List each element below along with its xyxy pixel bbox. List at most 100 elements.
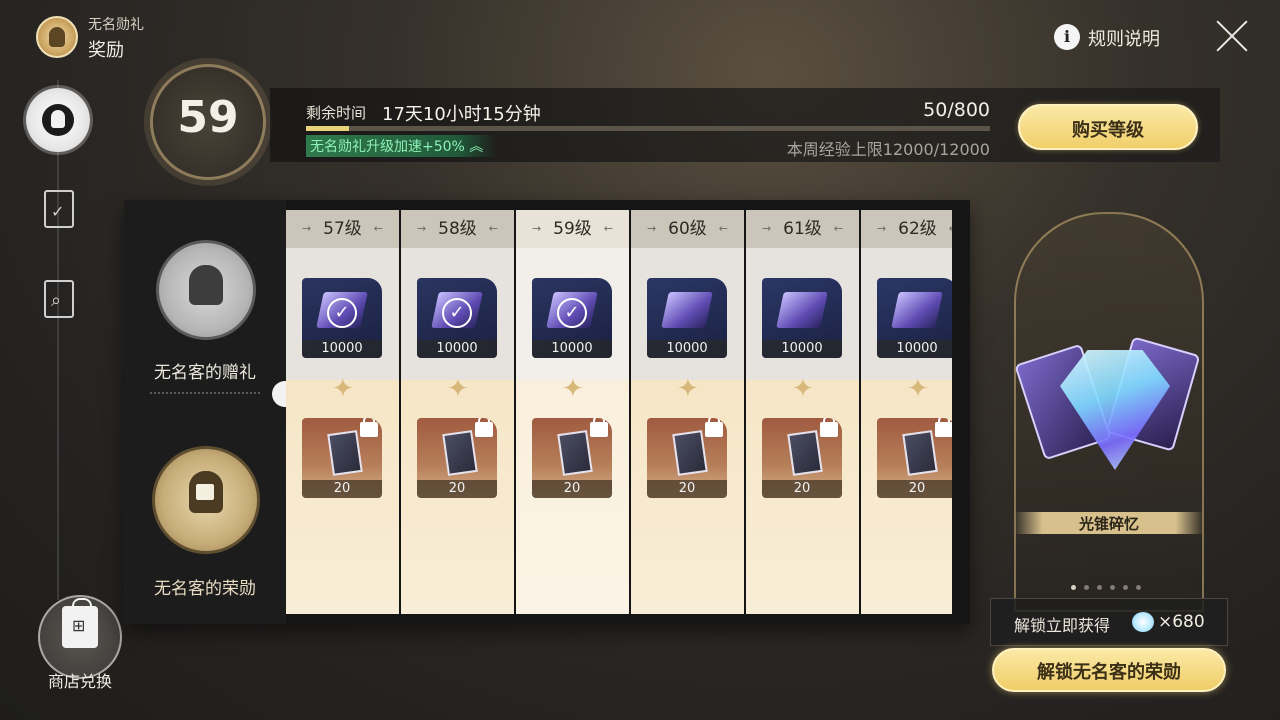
star-divider-icon: ✦ <box>332 374 354 404</box>
featured-reward-label: 光锥碎忆 <box>1078 515 1139 533</box>
nav-search-document-icon[interactable] <box>44 280 74 318</box>
lock-icon <box>820 418 838 437</box>
level-header: 60级 <box>631 210 744 248</box>
carousel-dot[interactable] <box>1123 585 1128 590</box>
exp-book-reward[interactable]: 20 <box>762 418 842 498</box>
claimed-check-icon: ✓ <box>442 298 472 328</box>
reward-quantity: 20 <box>647 480 727 498</box>
unlock-premium-label[interactable]: 解锁无名客的荣勋 <box>992 658 1226 684</box>
book-icon <box>672 430 708 476</box>
exp-book-reward[interactable]: 20 <box>532 418 612 498</box>
credit-ticket-reward[interactable]: ✓ 10000 <box>302 278 382 358</box>
boost-text: 无名勋礼升级加速+50% ︽ <box>310 136 483 156</box>
carousel-dot[interactable] <box>1071 585 1076 590</box>
level-column: 59级 ✦ ✓ 10000 20 <box>516 210 629 614</box>
light-cone-shard-icon <box>1014 330 1201 500</box>
rules-button[interactable]: 规则说明 <box>1088 25 1160 51</box>
lock-icon <box>590 418 608 437</box>
pass-logo <box>36 16 78 58</box>
lock-icon <box>705 418 723 437</box>
lock-icon <box>196 484 214 500</box>
level-column: 62级 ✦ 10000 20 <box>861 210 952 614</box>
stellar-jade-icon <box>1132 612 1154 632</box>
exp-book-reward[interactable]: 20 <box>647 418 727 498</box>
carousel-dot[interactable] <box>1136 585 1141 590</box>
credit-ticket-reward[interactable]: 10000 <box>877 278 952 358</box>
carousel-dots[interactable] <box>1071 585 1151 593</box>
lock-icon <box>360 418 378 437</box>
reward-quantity: 10000 <box>762 340 842 358</box>
carousel-dot[interactable] <box>1084 585 1089 590</box>
star-divider-icon: ✦ <box>907 374 929 404</box>
star-divider-icon: ✦ <box>677 374 699 404</box>
exp-progress-fill <box>306 126 349 131</box>
pass-subtitle: 无名勋礼 <box>88 17 144 33</box>
reward-quantity: 20 <box>302 480 382 498</box>
ticket-icon <box>891 292 943 328</box>
unlock-tip-text: 解锁立即获得 <box>1014 616 1111 635</box>
level-header: 62级 <box>861 210 952 248</box>
level-reward-scroller[interactable]: 57级 ✦ ✓ 10000 20 58级 ✦ ✓ 10000 20 59级 ✦ ✓ 10000 20 60级 ✦… <box>286 210 952 614</box>
book-icon <box>902 430 938 476</box>
reward-quantity: 20 <box>877 480 952 498</box>
exp-progress-track <box>306 126 990 131</box>
star-divider-icon: ✦ <box>792 374 814 404</box>
claimed-check-icon: ✓ <box>327 298 357 328</box>
ticket-icon <box>661 292 713 328</box>
reward-quantity: 20 <box>417 480 497 498</box>
free-track-label: 无名客的赠礼 <box>154 363 256 383</box>
reward-quantity: 20 <box>532 480 612 498</box>
time-remaining-label: 剩余时间 <box>306 104 367 122</box>
level-column: 57级 ✦ ✓ 10000 20 <box>286 210 399 614</box>
level-header: 61级 <box>746 210 859 248</box>
chevron-up-icon: ︽ <box>464 139 484 155</box>
nav-reward-icon[interactable] <box>26 88 90 152</box>
current-level: 59 <box>177 92 239 143</box>
star-divider-icon: ✦ <box>447 374 469 404</box>
level-column: 60级 ✦ 10000 20 <box>631 210 744 614</box>
credit-ticket-reward[interactable]: ✓ 10000 <box>417 278 497 358</box>
reward-quantity: 10000 <box>532 340 612 358</box>
exp-book-reward[interactable]: 20 <box>417 418 497 498</box>
exp-progress-text: 50/800 <box>923 99 990 121</box>
exp-book-reward[interactable]: 20 <box>302 418 382 498</box>
ticket-icon <box>776 292 828 328</box>
book-icon <box>327 430 363 476</box>
carousel-dot[interactable] <box>1097 585 1102 590</box>
level-header: 57级 <box>286 210 399 248</box>
reward-quantity: 20 <box>762 480 842 498</box>
premium-track-label: 无名客的荣勋 <box>154 579 256 599</box>
level-header: 59级 <box>516 210 629 248</box>
star-divider-icon: ✦ <box>562 374 584 404</box>
nav-task-clipboard-icon[interactable] <box>44 190 74 228</box>
page-title: 奖励 <box>88 40 124 61</box>
boost-label: 无名勋礼升级加速+50% <box>310 139 465 155</box>
premium-track-emblem <box>152 446 260 554</box>
free-track-emblem <box>156 240 256 340</box>
exp-book-reward[interactable]: 20 <box>877 418 952 498</box>
nav-divider <box>57 80 59 600</box>
level-header: 58级 <box>401 210 514 248</box>
shopping-bag-icon <box>62 598 98 648</box>
close-icon[interactable] <box>1214 18 1250 54</box>
reward-quantity: 10000 <box>647 340 727 358</box>
track-divider <box>150 392 260 394</box>
credit-ticket-reward[interactable]: 10000 <box>647 278 727 358</box>
level-column: 61级 ✦ 10000 20 <box>746 210 859 614</box>
lock-icon <box>475 418 493 437</box>
credit-ticket-reward[interactable]: 10000 <box>762 278 842 358</box>
reward-quantity: 10000 <box>877 340 952 358</box>
credit-ticket-reward[interactable]: ✓ 10000 <box>532 278 612 358</box>
info-icon[interactable]: i <box>1054 24 1080 50</box>
reward-quantity: 10000 <box>417 340 497 358</box>
weekly-exp-cap: 本周经验上限12000/12000 <box>786 140 990 159</box>
time-remaining-value: 17天10小时15分钟 <box>382 104 541 125</box>
shop-exchange-label: 商店兑换 <box>47 672 112 691</box>
reward-quantity: 10000 <box>302 340 382 358</box>
book-icon <box>557 430 593 476</box>
carousel-dot[interactable] <box>1110 585 1115 590</box>
lock-icon <box>935 418 952 437</box>
claimed-check-icon: ✓ <box>557 298 587 328</box>
buy-level-label[interactable]: 购买等级 <box>1018 116 1198 142</box>
level-column: 58级 ✦ ✓ 10000 20 <box>401 210 514 614</box>
